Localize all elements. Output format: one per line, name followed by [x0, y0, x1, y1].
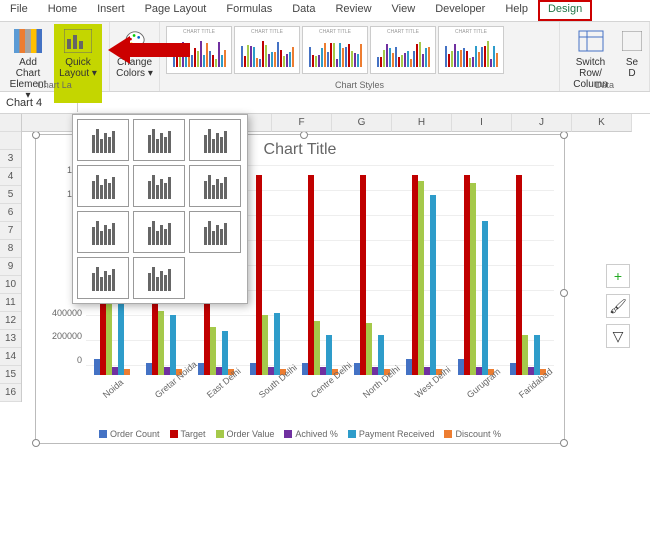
row-header[interactable]: 7 — [0, 222, 21, 240]
row-header[interactable]: 12 — [0, 312, 21, 330]
row-header[interactable]: 14 — [0, 348, 21, 366]
chart-style-thumb[interactable]: CHART TITLE — [438, 26, 504, 74]
layout-option[interactable] — [133, 257, 185, 299]
tab-home[interactable]: Home — [38, 0, 87, 21]
chart-style-thumb[interactable]: CHART TITLE — [370, 26, 436, 74]
quick-layout-icon — [64, 29, 92, 53]
layout-option[interactable] — [189, 165, 241, 207]
row-header[interactable]: 10 — [0, 276, 21, 294]
add-chart-element-button[interactable]: Add Chart Element ▾ — [4, 24, 52, 103]
layout-option[interactable] — [189, 211, 241, 253]
chart-elements-button[interactable]: + — [606, 264, 630, 288]
chart-legend[interactable]: Order CountTargetOrder ValueAchived %Pay… — [36, 429, 564, 439]
chart-style-thumb[interactable]: CHART TITLE — [302, 26, 368, 74]
tab-developer[interactable]: Developer — [425, 0, 495, 21]
chart-styles-gallery[interactable]: CHART TITLECHART TITLECHART TITLECHART T… — [164, 24, 555, 76]
x-axis: NoidaGretar NoidaEast DelhiSouth DelhiCe… — [86, 377, 554, 407]
tab-file[interactable]: File — [0, 0, 38, 21]
col-header[interactable]: F — [272, 114, 332, 132]
resize-handle[interactable] — [560, 131, 568, 139]
chart-filters-button[interactable]: ▽ — [606, 324, 630, 348]
resize-handle[interactable] — [32, 439, 40, 447]
chart-side-tools: + 🖌 ▽ — [606, 264, 630, 348]
layout-option[interactable] — [189, 119, 241, 161]
row-header[interactable]: 5 — [0, 186, 21, 204]
col-header[interactable]: G — [332, 114, 392, 132]
col-header[interactable]: J — [512, 114, 572, 132]
row-header[interactable] — [0, 132, 21, 150]
layout-option[interactable] — [77, 257, 129, 299]
layout-option[interactable] — [133, 211, 185, 253]
group-label-styles: Chart Styles — [160, 80, 559, 90]
ribbon-tabs: FileHomeInsertPage LayoutFormulasDataRev… — [0, 0, 650, 22]
resize-handle[interactable] — [32, 131, 40, 139]
group-label-layouts: Chart La — [0, 80, 109, 90]
tab-insert[interactable]: Insert — [87, 0, 135, 21]
layout-option[interactable] — [133, 119, 185, 161]
group-label-data: Data — [560, 80, 649, 90]
tab-view[interactable]: View — [382, 0, 426, 21]
row-header[interactable]: 11 — [0, 294, 21, 312]
resize-handle[interactable] — [560, 439, 568, 447]
layout-option[interactable] — [133, 165, 185, 207]
row-header[interactable]: 15 — [0, 366, 21, 384]
row-header[interactable]: 16 — [0, 384, 21, 402]
row-header[interactable]: 6 — [0, 204, 21, 222]
row-header[interactable]: 4 — [0, 168, 21, 186]
tab-help[interactable]: Help — [495, 0, 538, 21]
ribbon: Add Chart Element ▾ Quick Layout ▾ Chart… — [0, 22, 650, 92]
row-headers: 345678910111213141516 — [0, 114, 22, 402]
tab-data[interactable]: Data — [282, 0, 325, 21]
col-header[interactable]: K — [572, 114, 632, 132]
resize-handle[interactable] — [560, 289, 568, 297]
chart-styles-button[interactable]: 🖌 — [606, 294, 630, 318]
tab-page-layout[interactable]: Page Layout — [135, 0, 217, 21]
col-header[interactable]: H — [392, 114, 452, 132]
col-header[interactable]: I — [452, 114, 512, 132]
layout-option[interactable] — [77, 211, 129, 253]
layout-option[interactable] — [77, 165, 129, 207]
row-header[interactable]: 13 — [0, 330, 21, 348]
tab-review[interactable]: Review — [325, 0, 381, 21]
switch-icon — [577, 29, 605, 53]
tab-design[interactable]: Design — [538, 0, 592, 21]
row-header[interactable]: 9 — [0, 258, 21, 276]
quick-layout-dropdown — [72, 114, 248, 304]
resize-handle[interactable] — [300, 131, 308, 139]
row-header[interactable]: 3 — [0, 150, 21, 168]
tab-formulas[interactable]: Formulas — [216, 0, 282, 21]
row-header[interactable] — [0, 114, 21, 132]
layout-option[interactable] — [77, 119, 129, 161]
quick-layout-button[interactable]: Quick Layout ▾ — [54, 24, 102, 103]
chart-style-thumb[interactable]: CHART TITLE — [234, 26, 300, 74]
callout-arrow — [108, 36, 190, 64]
grid-icon — [622, 31, 642, 51]
row-header[interactable]: 8 — [0, 240, 21, 258]
chart-element-icon — [14, 29, 42, 53]
